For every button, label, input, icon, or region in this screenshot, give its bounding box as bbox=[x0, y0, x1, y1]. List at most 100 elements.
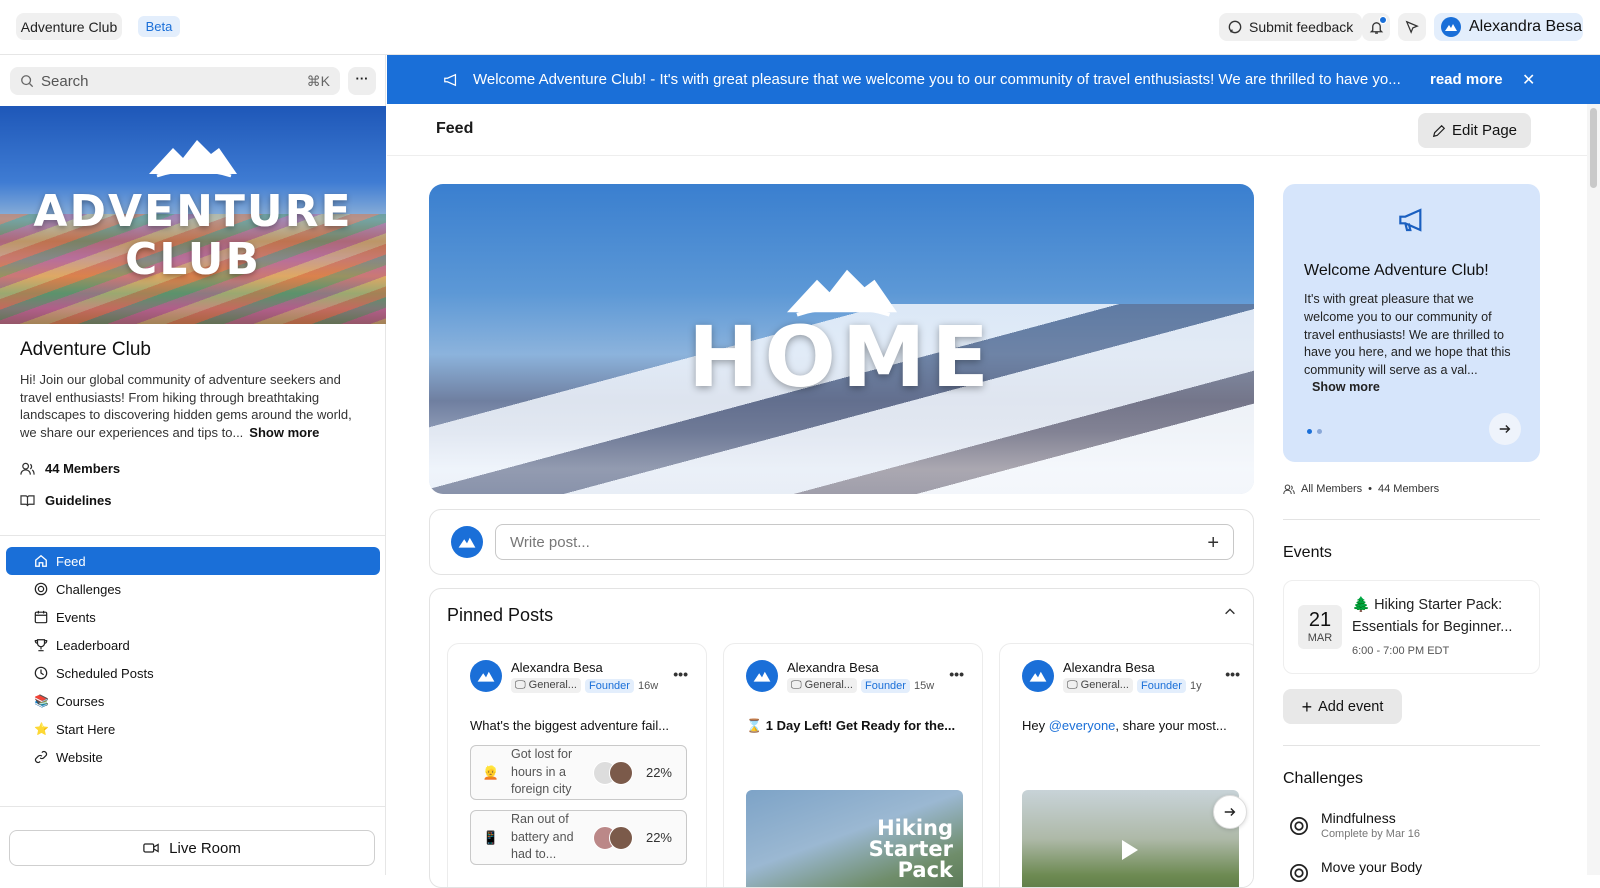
carousel-dots[interactable] bbox=[1307, 429, 1322, 434]
mountain-logo-icon bbox=[458, 537, 476, 548]
sidebar-item-label: Events bbox=[56, 609, 96, 625]
write-post-input[interactable]: Write post... + bbox=[495, 524, 1234, 560]
space-name: General... bbox=[528, 679, 577, 691]
sidebar-item-scheduled-posts[interactable]: Scheduled Posts bbox=[6, 659, 380, 687]
post-video[interactable] bbox=[1022, 790, 1239, 887]
sidebar-item-leaderboard[interactable]: Leaderboard bbox=[6, 631, 380, 659]
space-badge[interactable]: 🖵 General... bbox=[787, 678, 857, 693]
poll-emoji: 👱 bbox=[482, 764, 500, 780]
carousel-dot[interactable] bbox=[1317, 429, 1322, 434]
event-card[interactable]: 21 MAR 🌲 Hiking Starter Pack: Essentials… bbox=[1283, 580, 1540, 674]
post-image[interactable]: Hiking Starter Pack bbox=[746, 790, 963, 887]
live-room-button[interactable]: Live Room bbox=[9, 830, 375, 866]
megaphone-icon bbox=[1399, 208, 1422, 232]
challenge-item[interactable]: Move your Body bbox=[1289, 859, 1422, 883]
welcome-next-button[interactable] bbox=[1489, 413, 1521, 445]
show-more-link[interactable]: Show more bbox=[249, 425, 319, 440]
carousel-dot[interactable] bbox=[1307, 429, 1312, 434]
voter-avatars bbox=[593, 825, 633, 850]
pinned-posts-title: Pinned Posts bbox=[447, 605, 554, 625]
sidebar-item-feed[interactable]: Feed bbox=[6, 547, 380, 575]
sidebar-item-label: Leaderboard bbox=[56, 637, 130, 653]
space-name: General... bbox=[804, 679, 853, 691]
target-icon bbox=[34, 582, 48, 596]
guidelines-label: Guidelines bbox=[45, 493, 112, 508]
post-text: Hey @everyone, share your most... bbox=[1022, 718, 1242, 733]
chevron-up-icon[interactable] bbox=[1223, 605, 1237, 619]
space-badge[interactable]: 🖵 General... bbox=[1063, 678, 1133, 693]
avatar bbox=[1441, 17, 1461, 37]
video-camera-icon bbox=[143, 843, 159, 853]
community-cover-image: ADVENTURE CLUB bbox=[0, 106, 386, 324]
pinned-post[interactable]: Alexandra Besa 🖵 General... Founder 1y •… bbox=[999, 643, 1253, 887]
show-more-link[interactable]: Show more bbox=[1312, 380, 1380, 394]
poll-percentage: 22% bbox=[645, 765, 672, 780]
mention-link[interactable]: @everyone bbox=[1049, 718, 1116, 733]
sidebar-item-start-here[interactable]: ⭐ Start Here bbox=[6, 715, 380, 743]
close-icon[interactable]: ✕ bbox=[1522, 70, 1535, 90]
club-name: Adventure Club bbox=[20, 339, 151, 360]
user-menu-button[interactable]: Alexandra Besa bbox=[1434, 13, 1583, 41]
post-header: Alexandra Besa 🖵 General... Founder 16w bbox=[470, 660, 658, 693]
add-event-button[interactable]: + Add event bbox=[1283, 689, 1402, 724]
event-time: 6:00 - 7:00 PM EDT bbox=[1352, 645, 1450, 657]
event-title: 🌲 Hiking Starter Pack: Essentials for Be… bbox=[1352, 597, 1513, 635]
mountain-logo-icon bbox=[1445, 24, 1457, 31]
avatar bbox=[470, 660, 502, 692]
post-options-icon[interactable]: ••• bbox=[673, 666, 688, 682]
poll-option[interactable]: 📱 Ran out of battery and had to... 22% bbox=[470, 810, 687, 865]
home-banner-image: HOME bbox=[429, 184, 1254, 494]
all-members-label: All Members bbox=[1301, 483, 1363, 495]
role-badge: Founder bbox=[584, 678, 634, 693]
avatar bbox=[746, 660, 778, 692]
pinned-post[interactable]: Alexandra Besa 🖵 General... Founder 15w … bbox=[723, 643, 983, 887]
members-summary[interactable]: All Members • 44 Members bbox=[1283, 483, 1439, 495]
clock-icon bbox=[34, 666, 48, 680]
notifications-button[interactable] bbox=[1362, 13, 1390, 41]
post-author: Alexandra Besa bbox=[511, 660, 603, 675]
space-badge[interactable]: 🖵 General... bbox=[511, 678, 581, 693]
members-label: 44 Members bbox=[45, 461, 121, 476]
welcome-card-text: It's with great pleasure that we welcome… bbox=[1304, 292, 1511, 378]
community-name-button[interactable]: Adventure Club bbox=[16, 13, 122, 40]
scrollbar-thumb[interactable] bbox=[1590, 108, 1597, 188]
mountain-logo-icon bbox=[1029, 671, 1047, 682]
top-bar: Adventure Club Beta Submit feedback Alex… bbox=[0, 0, 1600, 55]
event-day: 21 bbox=[1308, 609, 1332, 631]
carousel-next-button[interactable] bbox=[1213, 795, 1247, 829]
guidelines-link[interactable]: Guidelines bbox=[20, 493, 111, 508]
sidebar-item-events[interactable]: Events bbox=[6, 603, 380, 631]
arrow-right-icon bbox=[1499, 425, 1511, 433]
more-options-button[interactable]: ··· bbox=[348, 67, 376, 95]
plus-icon[interactable]: + bbox=[1207, 532, 1219, 555]
page-header: Feed Edit Page bbox=[387, 104, 1587, 156]
members-count: 44 Members bbox=[1377, 483, 1440, 495]
search-input[interactable]: Search ⌘K bbox=[10, 67, 340, 95]
target-icon bbox=[1290, 817, 1308, 835]
monitor-icon: 🖵 bbox=[515, 679, 526, 691]
read-more-link[interactable]: read more bbox=[1430, 71, 1503, 88]
mountain-logo-icon bbox=[149, 140, 237, 178]
post-options-icon[interactable]: ••• bbox=[949, 666, 964, 682]
sidebar-item-website[interactable]: Website bbox=[6, 743, 380, 771]
avatar bbox=[1022, 660, 1054, 692]
chat-icon bbox=[1228, 20, 1242, 34]
pinned-post[interactable]: Alexandra Besa 🖵 General... Founder 16w … bbox=[447, 643, 707, 887]
poll-percentage: 22% bbox=[645, 830, 672, 845]
submit-feedback-button[interactable]: Submit feedback bbox=[1219, 13, 1362, 41]
megaphone-icon bbox=[444, 73, 457, 86]
sidebar-item-challenges[interactable]: Challenges bbox=[6, 575, 380, 603]
sidebar-item-label: Scheduled Posts bbox=[56, 665, 154, 681]
sidebar-item-courses[interactable]: 📚 Courses bbox=[6, 687, 380, 715]
challenge-item[interactable]: Mindfulness Complete by Mar 16 bbox=[1289, 810, 1420, 840]
post-options-icon[interactable]: ••• bbox=[1225, 666, 1240, 682]
search-icon bbox=[21, 75, 34, 88]
send-button[interactable] bbox=[1398, 13, 1426, 41]
scrollbar[interactable] bbox=[1587, 104, 1600, 875]
target-icon bbox=[1290, 864, 1308, 882]
edit-page-button[interactable]: Edit Page bbox=[1418, 113, 1531, 148]
poll-option[interactable]: 👱 Got lost for hours in a foreign city 2… bbox=[470, 745, 687, 800]
members-link[interactable]: 44 Members bbox=[20, 461, 120, 476]
post-text: ⌛ 1 Day Left! Get Ready for the... bbox=[746, 718, 956, 733]
play-icon[interactable] bbox=[1122, 840, 1138, 860]
